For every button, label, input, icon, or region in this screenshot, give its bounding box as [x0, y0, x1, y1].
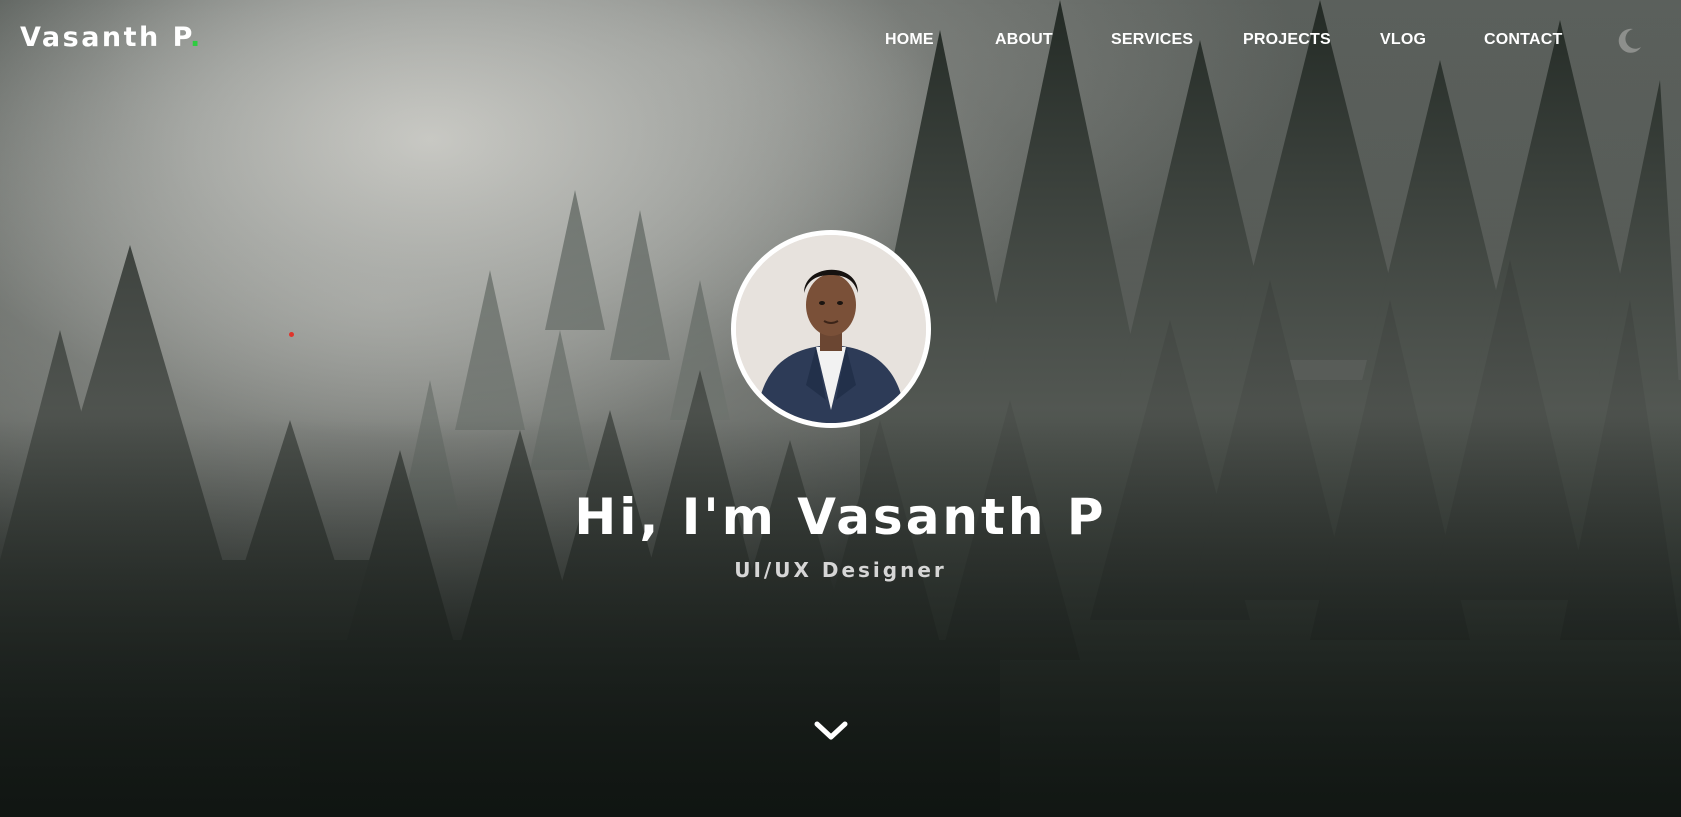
nav-item-services[interactable]: SERVICES: [1111, 31, 1193, 49]
scroll-down-button[interactable]: [813, 716, 849, 744]
profile-avatar: [731, 230, 931, 428]
cursor-dot: [289, 332, 294, 337]
nav-item-home[interactable]: HOME: [885, 31, 934, 49]
nav-item-projects[interactable]: PROJECTS: [1243, 31, 1331, 49]
nav-item-about[interactable]: ABOUT: [995, 31, 1053, 49]
profile-photo: [736, 235, 926, 423]
hero-section: Hi, I'm Vasanth P UI/UX Designer: [0, 0, 1681, 817]
hero-headline: Hi, I'm Vasanth P: [574, 488, 1107, 546]
main-nav: HOME ABOUT SERVICES PROJECTS VLOG CONTAC…: [0, 31, 1681, 55]
site-header: Vasanth P. HOME ABOUT SERVICES PROJECTS …: [0, 0, 1681, 84]
theme-toggle-button[interactable]: [1614, 26, 1644, 56]
nav-item-contact[interactable]: CONTACT: [1484, 31, 1562, 49]
chevron-down-icon: [814, 721, 848, 740]
hero-subtitle: UI/UX Designer: [734, 558, 947, 582]
nav-item-vlog[interactable]: VLOG: [1380, 31, 1426, 49]
moon-icon: [1618, 28, 1641, 53]
